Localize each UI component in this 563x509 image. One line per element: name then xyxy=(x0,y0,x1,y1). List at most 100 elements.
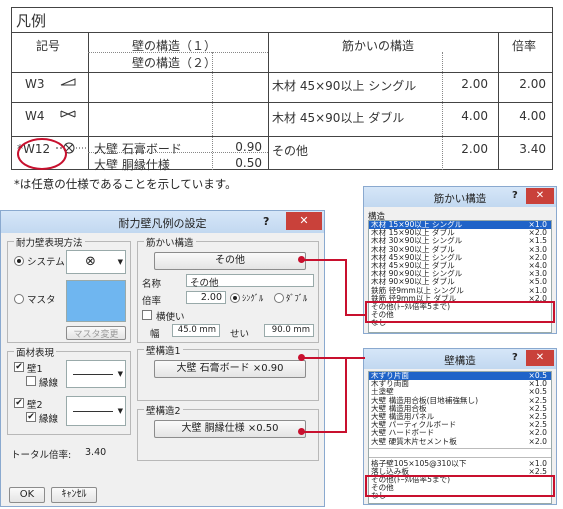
horizontal-label: 横使い xyxy=(156,312,185,323)
dialog-titlebar: 耐力壁凡例の設定 ? ✕ xyxy=(1,211,324,233)
row-ratio: 3.40 xyxy=(519,142,546,156)
header-ratio: 倍率 xyxy=(512,39,537,53)
width-input[interactable]: 45.0 mm xyxy=(172,324,220,337)
wall1-label: 壁1 xyxy=(27,364,43,375)
row-wall2: 大壁 胴縁仕様 xyxy=(94,158,170,172)
system-symbol-combo[interactable]: ⊗ ▼ xyxy=(66,250,126,274)
chevron-down-icon: ▼ xyxy=(117,407,123,415)
double-brace-symbol-icon xyxy=(60,110,76,118)
legend-table: 凡例 記号 壁の構造（１） 壁の構造（２） 筋かいの構造 倍率 W3 木材 45… xyxy=(11,7,553,172)
row-ratio: 4.00 xyxy=(519,109,546,123)
connector-line xyxy=(301,357,365,359)
wall-structure2-group: 壁構造2 大壁 胴縁仕様 ×0.50 xyxy=(137,403,319,461)
wall1-border-label: 縁線 xyxy=(39,378,59,389)
legend-note: *は任意の仕様であることを示しています。 xyxy=(14,177,237,191)
system-radio-label: システム xyxy=(27,257,65,268)
width-label: 幅 xyxy=(150,329,160,340)
row-ratio: 2.00 xyxy=(519,77,546,91)
brace-structure-window: 筋かい構造 ? ✕ 構造 木材 15×90以上 シングル ×1.0 木材 15×9… xyxy=(363,186,557,334)
material-group-label: 面材表現 xyxy=(14,345,57,359)
row-wall2-value: 0.50 xyxy=(235,156,262,170)
header-brace: 筋かいの構造 xyxy=(342,39,415,53)
close-button[interactable]: ✕ xyxy=(526,350,554,366)
wall2-label: 壁2 xyxy=(27,400,43,411)
wall1-line-combo[interactable]: ▼ xyxy=(66,360,126,388)
row-brace: その他 xyxy=(272,144,309,158)
omission-break xyxy=(369,448,551,458)
wall2-border-label: 縁線 xyxy=(39,414,59,425)
wall-structure-window: 壁構造 ? ✕ 木ずり片面 ×0.5 木ずり両面 ×1.0 土塗壁 ×0.5 大壁 構… xyxy=(363,348,557,505)
divider xyxy=(12,32,552,33)
master-change-button[interactable]: マスタ変更 xyxy=(66,326,126,340)
header-wall1: 壁の構造（１） xyxy=(132,39,217,53)
list-item[interactable]: 木ずり両面 ×1.0 xyxy=(369,379,551,388)
method-group-label: 耐力壁表現方法 xyxy=(14,235,85,249)
wall1-border-checkbox[interactable] xyxy=(26,376,36,386)
highlight-box xyxy=(365,475,555,497)
highlight-box xyxy=(365,301,555,323)
brace-structure-button[interactable]: その他 xyxy=(154,252,306,270)
ratio-input[interactable]: 2.00 xyxy=(186,291,226,304)
close-button[interactable]: ✕ xyxy=(286,212,322,230)
single-radio[interactable] xyxy=(230,293,240,303)
row-symbol: W4 xyxy=(25,109,45,123)
ok-button[interactable]: OK xyxy=(9,487,45,503)
single-brace-symbol-icon xyxy=(60,78,76,86)
total-ratio-value: 3.40 xyxy=(85,447,107,458)
wall-structure1-button[interactable]: 大壁 石膏ボード ×0.90 xyxy=(154,360,306,378)
list-item[interactable]: 大壁 硬質木片セメント板 ×2.0 xyxy=(369,437,551,446)
brace-group-label: 筋かい構造 xyxy=(144,235,196,249)
master-radio-label: マスタ xyxy=(27,295,56,306)
legend-settings-dialog: 耐力壁凡例の設定 ? ✕ 耐力壁表現方法 システム ⊗ ▼ マスタ マスタ変更 … xyxy=(0,210,325,507)
method-group: 耐力壁表現方法 システム ⊗ ▼ マスタ マスタ変更 xyxy=(7,235,131,343)
row-brace: 木材 45×90以上 ダブル xyxy=(272,111,405,125)
divider xyxy=(498,32,499,170)
divider xyxy=(12,72,552,73)
row-wall1: 大壁 石膏ボード xyxy=(94,142,182,156)
row-brace-value: 2.00 xyxy=(461,77,488,91)
brace-window-titlebar: 筋かい構造 ? ✕ xyxy=(364,187,556,207)
wall2-border-checkbox[interactable]: ✔ xyxy=(26,412,36,422)
row-brace-value: 4.00 xyxy=(461,109,488,123)
header-symbol: 記号 xyxy=(36,39,61,53)
close-button[interactable]: ✕ xyxy=(526,188,554,204)
horizontal-checkbox[interactable] xyxy=(142,310,152,320)
divider xyxy=(12,136,552,137)
chevron-down-icon: ▼ xyxy=(117,370,123,378)
brace-group: 筋かい構造 その他 名称 その他 倍率 2.00 ｼﾝｸﾞﾙ ﾀﾞﾌﾞﾙ 横使い… xyxy=(137,235,319,343)
double-label: ﾀﾞﾌﾞﾙ xyxy=(286,294,308,304)
name-input[interactable]: その他 xyxy=(186,274,314,289)
system-radio[interactable] xyxy=(14,256,24,266)
material-group: 面材表現 ✔ 壁1 縁線 ▼ ✔ 壁2 ✔ 縁線 ▼ xyxy=(7,345,131,435)
chevron-down-icon: ▼ xyxy=(117,258,123,266)
help-button[interactable]: ? xyxy=(263,215,269,228)
connector-line xyxy=(301,431,346,433)
highlight-oval xyxy=(17,138,67,170)
wall-structure2-label: 壁構造2 xyxy=(144,403,183,417)
wall1-checkbox[interactable]: ✔ xyxy=(14,362,24,372)
connector-line xyxy=(301,259,346,261)
wall2-checkbox[interactable]: ✔ xyxy=(14,398,24,408)
connector-line xyxy=(345,314,365,316)
divider xyxy=(12,102,552,103)
line-style-sample xyxy=(73,374,113,375)
wall-structure2-button[interactable]: 大壁 胴縁仕様 ×0.50 xyxy=(154,420,306,438)
thickness-label: せい xyxy=(230,329,250,340)
row-brace: 木材 45×90以上 シングル xyxy=(272,79,417,93)
dialog-title: 耐力壁凡例の設定 xyxy=(118,217,207,230)
master-radio[interactable] xyxy=(14,294,24,304)
ratio-label: 倍率 xyxy=(142,296,162,307)
header-wall2: 壁の構造（２） xyxy=(132,56,217,70)
double-radio[interactable] xyxy=(274,293,284,303)
row-wall1-value: 0.90 xyxy=(235,140,262,154)
thickness-input[interactable]: 90.0 mm xyxy=(264,324,314,337)
divider xyxy=(442,52,443,170)
wall2-line-combo[interactable]: ▼ xyxy=(66,396,126,426)
total-ratio-label: トータル倍率: xyxy=(11,450,72,461)
help-button[interactable]: ? xyxy=(512,190,518,201)
cancel-button[interactable]: ｷｬﾝｾﾙ xyxy=(51,487,97,503)
single-label: ｼﾝｸﾞﾙ xyxy=(242,294,264,304)
line-style-sample xyxy=(73,411,113,412)
help-button[interactable]: ? xyxy=(512,352,518,363)
wall-window-titlebar: 壁構造 ? ✕ xyxy=(364,349,556,369)
